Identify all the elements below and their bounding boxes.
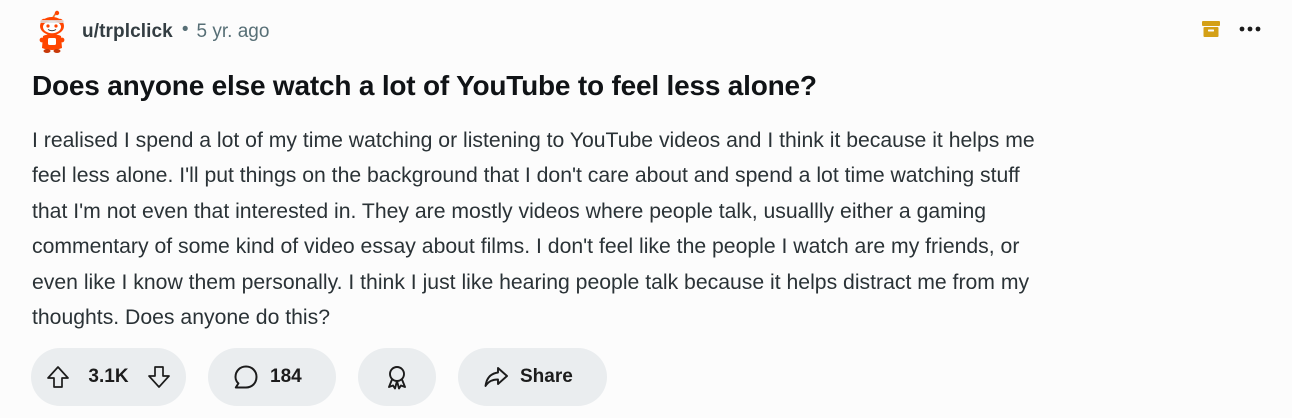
post-card: u/trplclick • 5 yr. ago Does anyone else…	[0, 0, 1292, 418]
upvote-arrow-icon	[47, 366, 69, 388]
post-body-line: that I'm not even that interested in. Th…	[32, 199, 987, 223]
more-options-icon	[1239, 26, 1261, 32]
vote-control: 3.1K	[31, 348, 186, 406]
post-header: u/trplclick • 5 yr. ago	[34, 10, 269, 54]
award-button[interactable]	[358, 348, 436, 406]
share-arrow-icon	[484, 367, 508, 387]
post-author-username[interactable]: u/trplclick	[82, 21, 173, 43]
post-body: I realised I spend a lot of my time watc…	[32, 123, 1264, 335]
award-icon	[388, 366, 406, 390]
snoo-avatar-icon[interactable]	[34, 10, 70, 54]
post-body-line: I realised I spend a lot of my time watc…	[32, 129, 1035, 152]
downvote-button[interactable]	[146, 364, 172, 390]
comment-bubble-icon	[234, 365, 258, 389]
comment-count: 184	[270, 366, 302, 387]
post-body-line: even like I know them personally. I thin…	[32, 270, 1030, 294]
share-label: Share	[520, 366, 573, 387]
archive-icon	[1202, 21, 1220, 37]
post-body-line: feel less alone. I'll put things on the …	[32, 164, 1020, 188]
comments-button[interactable]: 184	[208, 348, 336, 406]
post-timestamp: 5 yr. ago	[196, 21, 270, 42]
post-action-bar: 3.1K 184 Share	[31, 348, 607, 406]
vote-count: 3.1K	[88, 366, 129, 387]
upvote-button[interactable]	[45, 364, 71, 390]
post-body-line: thoughts. Does anyone do this?	[32, 306, 331, 330]
meta-separator: •	[181, 19, 189, 40]
share-button[interactable]: Share	[458, 348, 607, 406]
more-options-button[interactable]	[1236, 18, 1264, 40]
post-header-actions	[1200, 18, 1264, 40]
post-title[interactable]: Does anyone else watch a lot of YouTube …	[32, 70, 817, 102]
downvote-arrow-icon	[148, 366, 170, 388]
post-body-line: commentary of some kind of video essay a…	[32, 235, 1020, 259]
